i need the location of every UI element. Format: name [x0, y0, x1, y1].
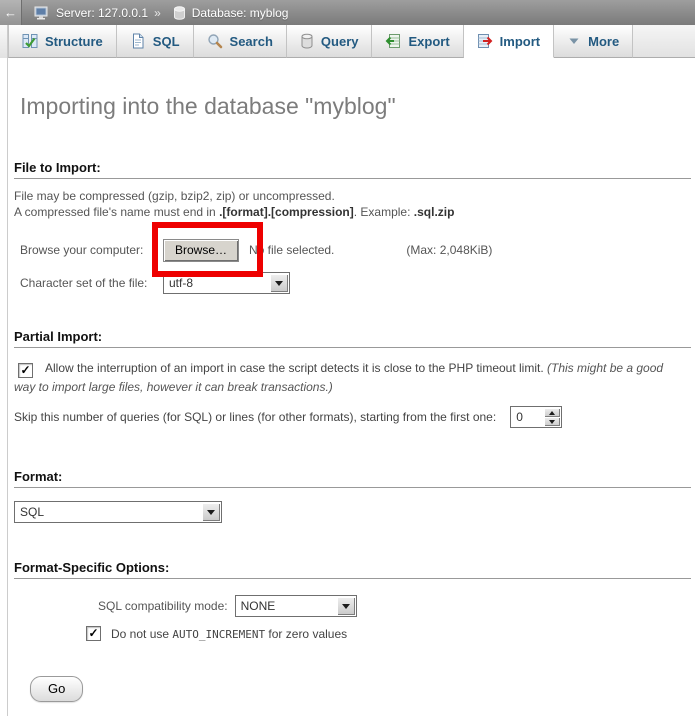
server-monitor-icon: [34, 6, 50, 20]
export-icon: [385, 33, 401, 49]
tab-search[interactable]: Search: [194, 25, 287, 58]
tab-export[interactable]: Export: [372, 25, 463, 58]
browse-label: Browse your computer:: [20, 243, 163, 257]
sql-compatibility-label: SQL compatibility mode:: [98, 599, 228, 613]
search-icon: [207, 33, 223, 49]
zero-values-checkbox[interactable]: ✓: [86, 626, 101, 641]
query-database-icon: [300, 33, 314, 49]
structure-icon: [22, 33, 38, 49]
tab-bar-filler: [633, 25, 695, 58]
import-icon: [477, 33, 493, 49]
skip-queries-stepper: [510, 406, 562, 428]
spinner-up-icon[interactable]: [544, 408, 560, 417]
charset-value: utf-8: [169, 276, 193, 290]
compression-line1: File may be compressed (gzip, bzip2, zip…: [14, 189, 335, 203]
allow-interruption-label: Allow the interruption of an import in c…: [45, 361, 547, 375]
browse-row: Browse your computer: Browse… No file se…: [20, 239, 691, 261]
tab-label: Import: [500, 34, 540, 49]
skip-queries-input[interactable]: [511, 407, 546, 427]
section-heading-file-to-import: File to Import:: [14, 160, 691, 179]
breadcrumb: ← Server: 127.0.0.1 » Database: myblog: [0, 0, 695, 25]
format-compression-pattern: .[format].[compression]: [219, 205, 354, 219]
tab-label: More: [588, 34, 619, 49]
sql-file-icon: [130, 33, 146, 49]
format-value: SQL: [20, 505, 44, 519]
charset-select[interactable]: utf-8: [163, 272, 290, 294]
page-title: Importing into the database "myblog": [20, 92, 691, 120]
section-heading-format-options: Format-Specific Options:: [14, 560, 691, 579]
charset-row: Character set of the file: utf-8: [20, 272, 691, 294]
breadcrumb-separator: »: [154, 6, 161, 20]
example-extension: .sql.zip: [414, 205, 455, 219]
database-icon: [173, 6, 186, 20]
compression-line2: A compressed file's name must end in: [14, 205, 219, 219]
zero-values-label: Do not use AUTO_INCREMENT for zero value…: [111, 627, 347, 641]
tab-label: Structure: [45, 34, 103, 49]
tab-sql[interactable]: SQL: [117, 25, 194, 58]
sql-compatibility-value: NONE: [241, 599, 276, 613]
section-heading-format: Format:: [14, 469, 691, 488]
import-content: Importing into the database "myblog" Fil…: [0, 92, 695, 702]
allow-interruption-checkbox[interactable]: ✓: [18, 363, 33, 378]
tab-label: Export: [408, 34, 449, 49]
back-button[interactable]: ←: [0, 0, 22, 25]
tab-bar: Structure SQL Search Query Export: [0, 25, 695, 58]
go-button[interactable]: Go: [30, 676, 83, 702]
sql-compatibility-row: SQL compatibility mode: NONE: [98, 595, 691, 617]
tab-structure[interactable]: Structure: [8, 25, 117, 58]
section-heading-partial-import: Partial Import:: [14, 329, 691, 348]
charset-label: Character set of the file:: [20, 276, 163, 290]
skip-queries-row: Skip this number of queries (for SQL) or…: [14, 406, 691, 428]
chevron-down-icon: [567, 34, 581, 48]
skip-queries-label: Skip this number of queries (for SQL) or…: [14, 410, 496, 424]
compression-info: File may be compressed (gzip, bzip2, zip…: [14, 188, 691, 220]
zero-values-row: ✓ Do not use AUTO_INCREMENT for zero val…: [86, 626, 691, 641]
tab-more[interactable]: More: [554, 25, 633, 58]
max-upload-size: (Max: 2,048KiB): [406, 243, 492, 257]
spinner-buttons: [544, 408, 560, 426]
browse-button[interactable]: Browse…: [163, 239, 239, 262]
phpmyadmin-import-page: ← Server: 127.0.0.1 » Database: myblog S…: [0, 0, 695, 716]
tab-label: Query: [321, 34, 359, 49]
file-status: No file selected.: [249, 243, 334, 257]
select-arrow-icon[interactable]: [270, 274, 288, 292]
select-arrow-icon[interactable]: [337, 597, 355, 615]
tab-import[interactable]: Import: [464, 25, 554, 58]
breadcrumb-database[interactable]: Database: myblog: [192, 6, 289, 20]
breadcrumb-server[interactable]: Server: 127.0.0.1: [56, 6, 148, 20]
format-select[interactable]: SQL: [14, 501, 222, 523]
page-left-border: [7, 25, 8, 716]
back-arrow-icon: ←: [4, 5, 17, 20]
tab-label: Search: [230, 34, 273, 49]
allow-interruption-row: ✓ Allow the interruption of an import in …: [14, 359, 686, 396]
tab-label: SQL: [153, 34, 180, 49]
sql-compatibility-select[interactable]: NONE: [235, 595, 357, 617]
auto-increment-code: AUTO_INCREMENT: [172, 628, 265, 641]
spinner-down-icon[interactable]: [544, 417, 560, 426]
tab-query[interactable]: Query: [287, 25, 373, 58]
select-arrow-icon[interactable]: [202, 503, 220, 521]
